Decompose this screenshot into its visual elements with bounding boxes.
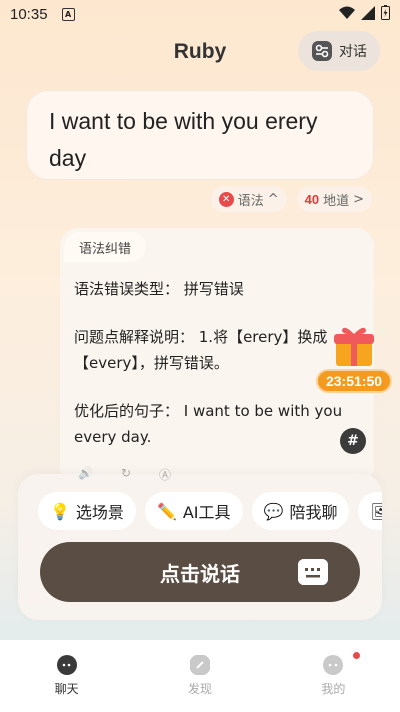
tab-discover[interactable]: 发现	[133, 640, 266, 712]
discover-icon	[189, 655, 210, 675]
quick-actions-row: 💡 选场景 ✏️ AI工具 💬 陪我聊 🖼	[38, 492, 382, 530]
chevron-right-icon: >	[353, 191, 364, 207]
keyboard-icon[interactable]	[298, 559, 328, 585]
user-message-bubble[interactable]: I want to be with you erery day	[26, 90, 374, 180]
tab-profile[interactable]: 我的	[267, 640, 400, 712]
dialog-mode-button[interactable]: 对话	[298, 31, 380, 71]
message-tools: 🔊 ↻ Ⓐ	[78, 466, 171, 483]
bottom-tab-bar: 聊天 发现 我的	[0, 640, 400, 712]
quick-action-label: AI工具	[182, 503, 231, 522]
quick-action-scene[interactable]: 💡 选场景	[38, 492, 136, 530]
notification-icon: A	[61, 7, 75, 21]
status-time: 10:35	[10, 5, 48, 23]
quick-action-chat[interactable]: 💬 陪我聊	[251, 492, 350, 530]
tap-to-speak-button[interactable]: 点击说话	[40, 542, 360, 602]
grammar-chip[interactable]: ✕ 语法 ^	[210, 186, 287, 212]
tab-chat[interactable]: 聊天	[0, 640, 133, 712]
grammar-chip-label: 语法	[237, 193, 264, 209]
chevron-up-icon: ^	[267, 191, 279, 207]
profile-face-icon	[323, 655, 344, 675]
toggle-settings-icon	[312, 41, 332, 61]
refresh-icon[interactable]: ↻	[121, 466, 131, 483]
chat-bubbles-icon: 💬	[263, 501, 284, 521]
top-bar: Ruby 对话	[0, 28, 400, 76]
quick-action-ai-tools[interactable]: ✏️ AI工具	[144, 492, 243, 530]
idiomatic-score: 40	[304, 191, 320, 207]
dialog-mode-label: 对话	[339, 44, 367, 60]
quick-action-label: 选场景	[75, 503, 124, 522]
quick-action-label: 陪我聊	[289, 503, 338, 522]
chat-face-icon	[56, 655, 77, 675]
battery-icon	[381, 5, 390, 20]
translate-icon[interactable]: Ⓐ	[159, 466, 171, 483]
tab-label: 发现	[187, 682, 212, 696]
signal-icon	[361, 5, 375, 20]
image-icon: 🖼	[370, 501, 382, 521]
tab-label: 聊天	[54, 682, 79, 696]
optimized-sentence-text: 优化后的句子： I want to be with you every day.	[74, 402, 343, 446]
speaker-icon[interactable]: 🔊	[78, 466, 93, 483]
page-title: Ruby	[173, 40, 227, 63]
status-bar: 10:35 A	[0, 0, 400, 28]
error-x-icon: ✕	[218, 191, 234, 207]
correction-tab[interactable]: 语法纠错	[64, 232, 146, 262]
quick-action-image[interactable]: 🖼	[358, 492, 382, 530]
status-icons	[339, 5, 390, 20]
speak-label: 点击说话	[160, 561, 240, 586]
lightbulb-icon: 💡	[50, 501, 70, 521]
gift-countdown: 23:51:50	[316, 369, 392, 393]
notification-dot	[352, 652, 360, 659]
hashtag-button[interactable]: #	[340, 428, 366, 454]
wifi-icon	[339, 6, 355, 19]
idiomatic-chip[interactable]: 40 地道 >	[296, 186, 372, 212]
idiomatic-chip-label: 地道	[323, 193, 350, 209]
pencil-icon: ✏️	[156, 501, 177, 521]
error-type-text: 语法错误类型： 拼写错误	[74, 280, 244, 298]
user-message-text: I want to be with you erery day	[49, 108, 318, 171]
tab-label: 我的	[321, 682, 346, 696]
feedback-chips: ✕ 语法 ^ 40 地道 >	[210, 186, 372, 212]
